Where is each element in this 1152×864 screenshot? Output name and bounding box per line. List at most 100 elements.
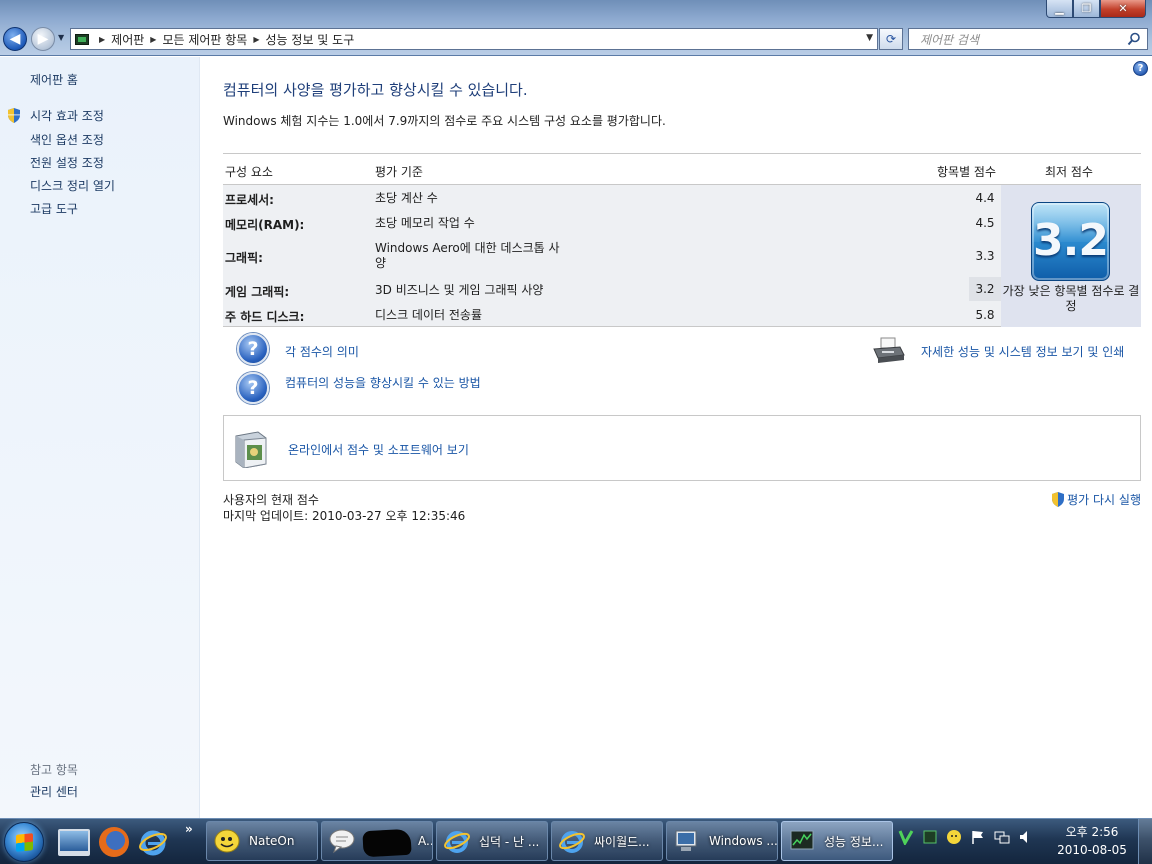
chevron-right-icon[interactable]: ▶	[253, 35, 259, 44]
more-quicklaunch-chevron[interactable]: »	[185, 822, 193, 836]
uac-shield-icon	[8, 108, 20, 123]
header-rating: 평가 기준	[375, 165, 423, 179]
breadcrumb-all-items[interactable]: 모든 제어판 항목	[162, 31, 247, 48]
link-online-scores[interactable]: 온라인에서 점수 및 소프트웨어 보기	[288, 441, 469, 458]
close-button[interactable]: ✕	[1100, 0, 1146, 18]
task-label: A...	[418, 834, 432, 848]
action-center-flag-icon[interactable]	[970, 829, 986, 845]
question-icon[interactable]: ?	[237, 333, 269, 365]
sidebar-item-visual-effects[interactable]: 시각 효과 조정	[30, 107, 104, 124]
address-bar[interactable]: ▶ 제어판 ▶ 모든 제어판 항목 ▶ 성능 정보 및 도구 ▼	[70, 28, 878, 50]
firefox-icon[interactable]	[99, 827, 129, 857]
task-label: 싸이월드...	[594, 834, 650, 849]
last-update-text: 마지막 업데이트: 2010-03-27 오후 12:35:46	[223, 509, 466, 523]
back-button[interactable]: ◀	[3, 27, 27, 51]
base-score-value: 3.2	[1033, 215, 1109, 266]
chevron-right-icon[interactable]: ▶	[150, 35, 156, 44]
volume-icon[interactable]	[1018, 829, 1034, 845]
sidebar-item-action-center[interactable]: 관리 센터	[30, 783, 78, 800]
search-placeholder: 제어판 검색	[920, 32, 980, 47]
see-also-label: 참고 항목	[30, 763, 78, 777]
row-criteria: Windows Aero에 대한 데스크톱 사양	[375, 241, 560, 270]
current-score-label: 사용자의 현재 점수	[223, 493, 319, 507]
header-basescore: 최저 점수	[1045, 165, 1093, 179]
table-row-lowest: 게임 그래픽: 3D 비즈니스 및 게임 그래픽 사양 3.2	[223, 277, 1003, 302]
link-details-print[interactable]: 자세한 성능 및 시스템 정보 보기 및 인쇄	[921, 343, 1124, 360]
chevron-right-icon[interactable]: ▶	[99, 35, 105, 44]
task-label: NateOn	[249, 834, 295, 848]
sidebar-item-power[interactable]: 전원 설정 조정	[30, 154, 104, 171]
clock-time: 오후 2:56	[1065, 825, 1119, 839]
taskbar: » NateOn A... 십덕 - 난 ... 싸이월드...	[0, 818, 1152, 864]
online-panel: 온라인에서 점수 및 소프트웨어 보기	[223, 415, 1141, 481]
row-criteria: 디스크 데이터 전송률	[375, 308, 482, 322]
internet-explorer-icon[interactable]	[138, 827, 168, 857]
table-row: 메모리(RAM): 초당 메모리 작업 수 4.5	[223, 210, 1003, 235]
row-component: 그래픽:	[225, 251, 263, 265]
monitor-app-icon[interactable]	[922, 829, 938, 845]
link-improve-performance[interactable]: 컴퓨터의 성능을 향상시킬 수 있는 방법	[285, 374, 481, 391]
row-score: 3.3	[975, 249, 995, 263]
rerun-label[interactable]: 평가 다시 실행	[1067, 491, 1141, 508]
address-dropdown-icon[interactable]: ▼	[866, 33, 873, 43]
show-desktop-button[interactable]	[1138, 819, 1152, 864]
sidebar-item-home[interactable]: 제어판 홈	[30, 71, 78, 88]
help-icon[interactable]: ?	[1133, 61, 1148, 76]
chat-icon	[329, 829, 355, 854]
score-table: 구성 요소 평가 기준 항목별 점수 최저 점수 프로세서: 초당 계산 수 4…	[223, 153, 1141, 327]
clock-date: 2010-08-05	[1057, 843, 1127, 857]
window-titlebar: ▁ ❐ ✕ ◀ ▶ ▼ ▶ 제어판 ▶ 모든 제어판 항목 ▶ 성능 정보 및 …	[0, 0, 1152, 56]
taskbar-item-windows[interactable]: Windows ...	[666, 821, 778, 861]
emoticon-icon[interactable]	[946, 829, 962, 845]
taskbar-item-nateon[interactable]: NateOn	[206, 821, 318, 861]
uac-shield-icon	[1052, 492, 1065, 507]
sidebar: 제어판 홈 시각 효과 조정 색인 옵션 조정 전원 설정 조정 디스크 정리 …	[0, 57, 200, 818]
sidebar-item-advanced-tools[interactable]: 고급 도구	[30, 200, 78, 217]
table-row: 주 하드 디스크: 디스크 데이터 전송률 5.8	[223, 302, 1003, 327]
page-title: 컴퓨터의 사양을 평가하고 향상시킬 수 있습니다.	[223, 81, 528, 99]
row-score: 4.5	[975, 216, 995, 230]
redaction-mark	[362, 828, 412, 858]
base-score-caption: 가장 낮은 항목별 점수로 결정	[1002, 284, 1140, 313]
taskbar-item-ie-2[interactable]: 싸이월드...	[551, 821, 663, 861]
printer-icon[interactable]	[872, 337, 906, 365]
link-score-meaning[interactable]: 각 점수의 의미	[285, 343, 359, 360]
taskbar-item-ie-1[interactable]: 십덕 - 난 ...	[436, 821, 548, 861]
question-icon[interactable]: ?	[237, 372, 269, 404]
taskbar-item-performance[interactable]: 성능 정보...	[781, 821, 893, 861]
breadcrumb-performance[interactable]: 성능 정보 및 도구	[266, 31, 355, 48]
search-icon[interactable]	[1127, 32, 1141, 46]
software-box-icon	[235, 431, 267, 468]
sidebar-item-disk-cleanup[interactable]: 디스크 정리 열기	[30, 177, 115, 194]
performance-icon	[790, 830, 814, 850]
nateon-icon	[214, 829, 240, 853]
maximize-button[interactable]: ❐	[1073, 0, 1100, 18]
row-component: 게임 그래픽:	[225, 285, 290, 299]
clock[interactable]: 오후 2:56 2010-08-05	[1052, 823, 1132, 859]
sidebar-item-indexing[interactable]: 색인 옵션 조정	[30, 131, 104, 148]
rerun-assessment-link[interactable]: 평가 다시 실행	[1051, 491, 1141, 508]
base-score-panel: 3.2 가장 낮은 항목별 점수로 결정	[1001, 185, 1141, 327]
breadcrumb-control-panel[interactable]: 제어판	[111, 31, 144, 48]
row-component: 프로세서:	[225, 193, 274, 207]
window-controls: ▁ ❐ ✕	[1046, 0, 1146, 18]
show-desktop-quicklaunch-icon[interactable]	[58, 829, 90, 856]
minimize-button[interactable]: ▁	[1046, 0, 1073, 18]
network-icon[interactable]	[994, 829, 1010, 845]
forward-button[interactable]: ▶	[31, 27, 55, 51]
header-subscore: 항목별 점수	[937, 165, 997, 179]
computer-icon	[675, 830, 697, 851]
row-score: 5.8	[975, 308, 995, 322]
search-input[interactable]: 제어판 검색	[908, 28, 1148, 50]
ie-icon	[559, 831, 585, 853]
base-score-badge: 3.2	[1031, 202, 1110, 281]
refresh-button[interactable]: ⟳	[879, 28, 903, 50]
system-tray	[898, 829, 1042, 845]
vaccine-icon[interactable]	[898, 829, 914, 845]
ie-icon	[444, 831, 470, 853]
row-component: 주 하드 디스크:	[225, 310, 305, 324]
task-label: 성능 정보...	[824, 834, 884, 849]
recent-pages-dropdown[interactable]: ▼	[58, 33, 64, 42]
page-subtitle: Windows 체험 지수는 1.0에서 7.9까지의 점수로 주요 시스템 구…	[223, 114, 666, 128]
start-button[interactable]	[4, 822, 44, 862]
